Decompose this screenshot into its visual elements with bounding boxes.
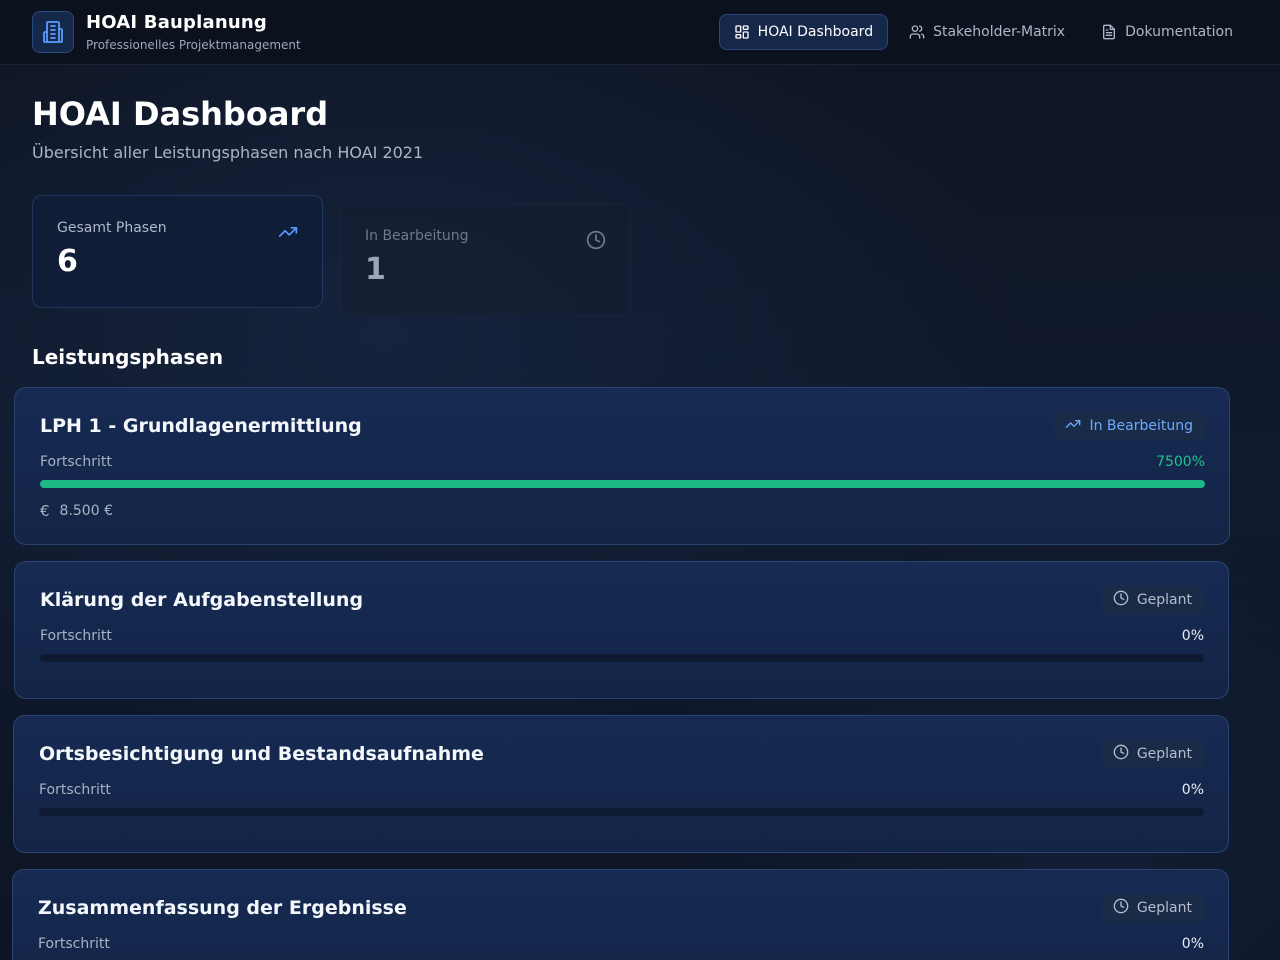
euro-icon: €: [40, 502, 50, 520]
app-title: HOAI Bauplanung: [86, 12, 267, 33]
app-subtitle: Professionelles Projektmanagement: [86, 38, 301, 52]
trending-up-icon: [1065, 416, 1081, 436]
progress-value: 0%: [1181, 936, 1204, 952]
nav-item-label: Stakeholder-Matrix: [933, 24, 1066, 40]
phase-card-2[interactable]: Klärung der Aufgabenstellung Geplant For…: [14, 561, 1229, 699]
nav-item-dokumentation[interactable]: Dokumentation: [1086, 14, 1248, 50]
phase-card-4[interactable]: Zusammenfassung der Ergebnisse Geplant F…: [12, 869, 1229, 960]
progress-value: 0%: [1181, 628, 1204, 644]
progress-fill: [40, 480, 1205, 488]
progress-bar: [40, 654, 1204, 662]
top-bar: HOAI Bauplanung Professionelles Projektm…: [0, 0, 1280, 65]
stat-label: Gesamt Phasen: [57, 220, 167, 236]
grid-icon: [734, 24, 750, 40]
status-badge: Geplant: [1100, 586, 1204, 614]
status-label: In Bearbeitung: [1089, 418, 1193, 434]
phase-name: Zusammenfassung der Ergebnisse: [38, 897, 407, 919]
phase-name: Ortsbesichtigung und Bestandsaufnahme: [39, 743, 484, 765]
document-icon: [1101, 24, 1117, 40]
nav-item-hoai-dashboard[interactable]: HOAI Dashboard: [718, 14, 889, 50]
phase-card-3[interactable]: Ortsbesichtigung und Bestandsaufnahme Ge…: [13, 715, 1229, 853]
building-logo-icon[interactable]: [32, 11, 74, 53]
status-label: Geplant: [1136, 900, 1192, 916]
status-badge: In Bearbeitung: [1053, 412, 1205, 440]
stat-card-total-phases: Gesamt Phasen 6: [32, 195, 323, 308]
status-badge: Geplant: [1100, 740, 1204, 768]
section-title: Leistungsphasen: [32, 345, 224, 369]
progress-bar: [39, 808, 1204, 816]
stat-card-in-progress: In Bearbeitung 1: [340, 203, 631, 316]
progress-label: Fortschritt: [38, 936, 110, 952]
status-badge: Geplant: [1100, 894, 1204, 922]
stat-label: In Bearbeitung: [365, 228, 469, 244]
nav-item-label: Dokumentation: [1125, 24, 1233, 40]
status-label: Geplant: [1136, 746, 1192, 762]
progress-label: Fortschritt: [39, 782, 111, 798]
page-title: HOAI Dashboard: [32, 95, 329, 133]
clock-icon: [1113, 744, 1129, 764]
trending-up-icon: [278, 222, 298, 246]
progress-label: Fortschritt: [40, 454, 112, 470]
page-subtitle: Übersicht aller Leistungsphasen nach HOA…: [32, 143, 424, 162]
phase-name: LPH 1 - Grundlagenermittlung: [40, 415, 362, 437]
status-label: Geplant: [1136, 592, 1192, 608]
stat-value: 6: [57, 244, 78, 279]
main-nav: HOAI Dashboard Stakeholder-Matrix Dokume…: [718, 14, 1248, 50]
phase-cost: € 8.500 €: [40, 502, 113, 520]
nav-item-label: HOAI Dashboard: [757, 24, 874, 40]
progress-value: 0%: [1181, 782, 1204, 798]
progress-label: Fortschritt: [40, 628, 112, 644]
cost-value: 8.500 €: [59, 503, 113, 519]
progress-value: 7500%: [1156, 454, 1205, 470]
clock-icon: [586, 230, 606, 254]
stat-value: 1: [365, 252, 386, 287]
phase-name: Klärung der Aufgabenstellung: [40, 589, 364, 611]
phase-card-lph1[interactable]: LPH 1 - Grundlagenermittlung In Bearbeit…: [14, 387, 1230, 545]
nav-item-stakeholder-matrix[interactable]: Stakeholder-Matrix: [894, 14, 1080, 50]
progress-bar: [40, 480, 1205, 488]
clock-icon: [1113, 590, 1129, 610]
clock-icon: [1113, 898, 1129, 918]
users-icon: [909, 24, 925, 40]
